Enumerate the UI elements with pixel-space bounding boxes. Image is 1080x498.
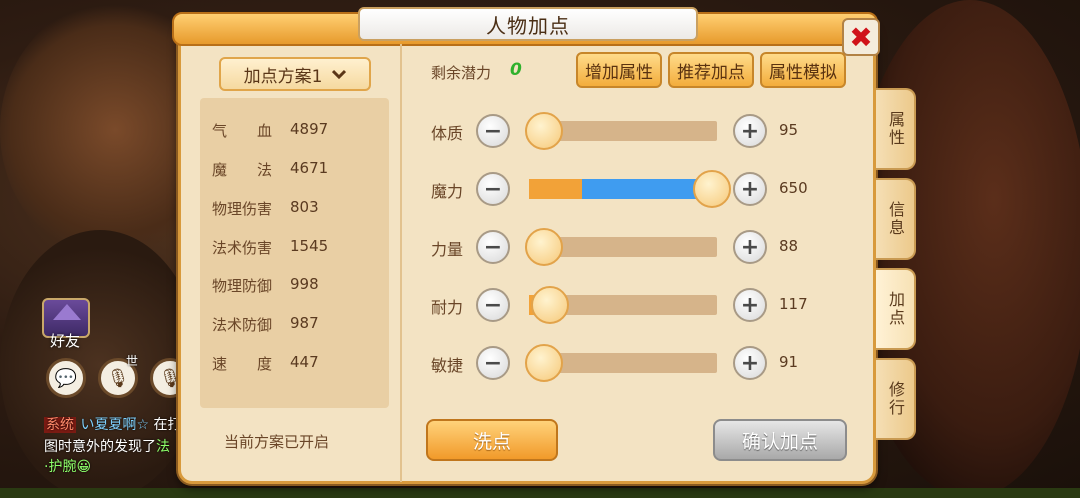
attribute-label: 敏捷 bbox=[431, 356, 464, 375]
stat-value: 4671 bbox=[290, 159, 329, 177]
page-title: 人物加点 bbox=[486, 13, 570, 38]
close-icon: ✖ bbox=[849, 20, 873, 54]
increase-button[interactable]: + bbox=[733, 114, 767, 148]
tab-info[interactable]: 信息 bbox=[876, 178, 916, 260]
system-tag: 系统 bbox=[44, 417, 76, 433]
stat-label: 法术伤害 bbox=[212, 239, 273, 257]
stat-row-phys-def: 物理防御 998 bbox=[212, 275, 319, 296]
friend-label: 好友 bbox=[50, 332, 81, 350]
stat-row-speed: 速 度 447 bbox=[212, 353, 319, 374]
stat-row-hp: 气 血 4897 bbox=[212, 120, 328, 141]
stat-label: 速 度 bbox=[212, 355, 273, 373]
world-channel-label: 世 bbox=[126, 354, 139, 368]
chat-line[interactable]: 系统 い夏夏啊☆ 在打 bbox=[44, 414, 181, 434]
slider-handle[interactable] bbox=[531, 286, 570, 324]
attribute-slider-track[interactable] bbox=[529, 286, 717, 324]
stat-label: 物理防御 bbox=[212, 277, 273, 295]
slider-handle[interactable] bbox=[525, 228, 563, 266]
stat-label: 物理伤害 bbox=[212, 200, 273, 218]
attribute-value: 117 bbox=[779, 295, 808, 313]
increase-button[interactable]: + bbox=[733, 172, 767, 206]
ground-strip bbox=[0, 488, 1080, 498]
stat-value: 803 bbox=[290, 198, 319, 216]
decrease-button[interactable]: − bbox=[476, 114, 510, 148]
stat-row-magic-dmg: 法术伤害 1545 bbox=[212, 237, 328, 258]
close-button[interactable]: ✖ bbox=[842, 18, 880, 56]
increase-button[interactable]: + bbox=[733, 230, 767, 264]
attribute-value: 650 bbox=[779, 179, 808, 197]
slider-handle[interactable] bbox=[525, 112, 563, 150]
attribute-value: 88 bbox=[779, 237, 799, 255]
base-fill bbox=[529, 179, 582, 199]
attribute-slider-track[interactable] bbox=[525, 344, 717, 382]
slider-handle[interactable] bbox=[525, 344, 563, 382]
plan-dropdown-label: 加点方案1 bbox=[243, 66, 323, 87]
stat-value: 447 bbox=[290, 353, 319, 371]
remaining-points-label: 剩余潜力 bbox=[431, 64, 492, 82]
attribute-slider-track[interactable] bbox=[525, 228, 717, 266]
tab-label: 加点 bbox=[886, 291, 905, 327]
stat-row-phys-dmg: 物理伤害 803 bbox=[212, 198, 319, 219]
plan-status: 当前方案已开启 bbox=[224, 433, 330, 451]
chevron-down-icon bbox=[332, 69, 347, 79]
attribute-simulate-button[interactable]: 属性模拟 bbox=[760, 52, 846, 88]
chat-line: 图时意外的发现了法 bbox=[44, 436, 170, 456]
stat-label: 魔 法 bbox=[212, 161, 273, 179]
recommended-points-button[interactable]: 推荐加点 bbox=[668, 52, 754, 88]
chat-item-link[interactable]: ·护腕😀 bbox=[44, 459, 91, 475]
increase-button[interactable]: + bbox=[733, 288, 767, 322]
chat-line: ·护腕😀 bbox=[44, 456, 91, 476]
tab-label: 修行 bbox=[886, 381, 905, 417]
attribute-label: 魔力 bbox=[431, 182, 464, 201]
attribute-label: 力量 bbox=[431, 240, 464, 259]
reset-points-button[interactable]: 洗点 bbox=[426, 419, 558, 461]
tab-add-points[interactable]: 加点 bbox=[876, 268, 916, 350]
add-attribute-button[interactable]: 增加属性 bbox=[576, 52, 662, 88]
remaining-points-value: 0 bbox=[510, 60, 522, 80]
chat-bubble-icon[interactable]: 💬 bbox=[46, 358, 86, 398]
chat-player-name[interactable]: い夏夏啊☆ bbox=[80, 417, 149, 433]
stat-label: 气 血 bbox=[212, 122, 273, 140]
attribute-slider-track[interactable] bbox=[529, 170, 731, 208]
stat-value: 4897 bbox=[290, 120, 329, 138]
added-fill bbox=[581, 179, 706, 199]
decrease-button[interactable]: − bbox=[476, 288, 510, 322]
slider-handle[interactable] bbox=[692, 170, 731, 208]
attribute-slider-track[interactable] bbox=[525, 112, 717, 150]
decrease-button[interactable]: − bbox=[476, 172, 510, 206]
tab-label: 属性 bbox=[886, 111, 905, 147]
column-divider bbox=[400, 44, 402, 482]
stat-value: 1545 bbox=[290, 237, 329, 255]
increase-button[interactable]: + bbox=[733, 346, 767, 380]
attribute-label: 耐力 bbox=[431, 298, 464, 317]
title-plate: 人物加点 bbox=[358, 7, 698, 41]
chat-text: 图时意外的发现了 bbox=[44, 439, 156, 455]
tab-cultivation[interactable]: 修行 bbox=[876, 358, 916, 440]
stats-panel: 气 血 4897 魔 法 4671 物理伤害 803 法术伤害 1545 物理防… bbox=[200, 98, 389, 408]
tab-attributes[interactable]: 属性 bbox=[876, 88, 916, 170]
stat-label: 法术防御 bbox=[212, 316, 273, 334]
plan-dropdown[interactable]: 加点方案1 bbox=[219, 57, 371, 91]
stat-value: 987 bbox=[290, 314, 319, 332]
attribute-value: 91 bbox=[779, 353, 799, 371]
stat-row-magic-def: 法术防御 987 bbox=[212, 314, 319, 335]
decrease-button[interactable]: − bbox=[476, 230, 510, 264]
decrease-button[interactable]: − bbox=[476, 346, 510, 380]
attribute-value: 95 bbox=[779, 121, 799, 139]
tab-label: 信息 bbox=[886, 201, 905, 237]
confirm-points-button[interactable]: 确认加点 bbox=[713, 419, 847, 461]
attribute-label: 体质 bbox=[431, 124, 464, 143]
stat-row-mp: 魔 法 4671 bbox=[212, 159, 328, 180]
stat-value: 998 bbox=[290, 275, 319, 293]
chat-item-link[interactable]: 法 bbox=[156, 439, 170, 455]
